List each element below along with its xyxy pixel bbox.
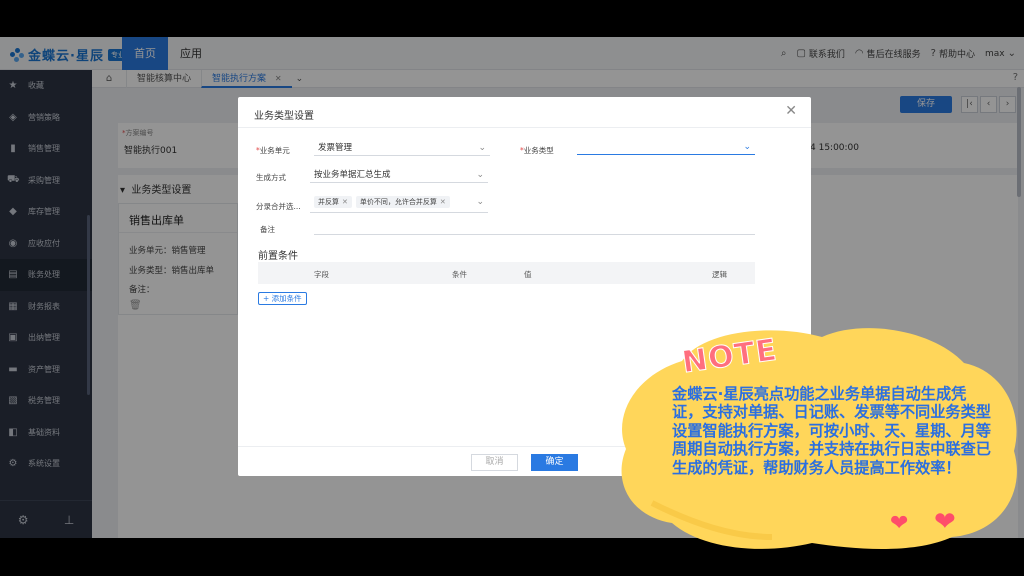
chevron-down-icon: ⌄ <box>478 143 486 153</box>
chevron-down-icon: ⌄ <box>476 197 484 207</box>
unit-select[interactable]: 发票管理 ⌄ <box>314 140 490 156</box>
gen-label: 生成方式 <box>256 173 286 182</box>
plus-icon: + <box>263 294 272 303</box>
note-field-label: 备注 <box>260 225 275 234</box>
heart-icon: ❤ <box>934 507 956 537</box>
unit-label: *业务单元 <box>256 146 290 155</box>
ok-button[interactable]: 确定 <box>531 454 578 471</box>
type-select[interactable]: ⌄ <box>577 139 755 155</box>
col-logic: 逻辑 <box>712 270 727 279</box>
close-icon[interactable]: ✕ <box>440 198 446 206</box>
merge-tag[interactable]: 并反算 ✕ <box>314 196 352 208</box>
unit-value: 发票管理 <box>318 143 353 153</box>
col-value: 值 <box>524 270 532 279</box>
merge-select[interactable]: 并反算 ✕ 单价不同，允许合并反算 ✕ ⌄ <box>310 195 488 213</box>
chevron-down-icon: ⌄ <box>743 142 751 152</box>
note-text: 金蝶云·星辰亮点功能之业务单据自动生成凭证，支持对单据、日记账、发票等不同业务类… <box>672 385 991 477</box>
col-field: 字段 <box>314 270 329 279</box>
dialog-title: 业务类型设置 <box>254 111 314 122</box>
precondition-title: 前置条件 <box>258 251 298 262</box>
note-sticker: NOTE 金蝶云·星辰亮点功能之业务单据自动生成凭证，支持对单据、日记账、发票等… <box>612 323 1024 553</box>
condition-grid-header: 字段 条件 值 逻辑 <box>258 262 755 284</box>
add-condition-button[interactable]: + 添加条件 <box>258 292 307 305</box>
col-condition: 条件 <box>452 270 467 279</box>
cancel-button[interactable]: 取消 <box>471 454 518 471</box>
merge-label: 分录合并选... <box>256 202 301 211</box>
chevron-down-icon: ⌄ <box>476 170 484 180</box>
type-label: *业务类型 <box>520 146 554 155</box>
gen-value: 按业务单据汇总生成 <box>314 170 391 180</box>
close-icon[interactable]: ✕ <box>342 198 348 206</box>
gen-select[interactable]: 按业务单据汇总生成 ⌄ <box>310 167 488 183</box>
merge-tag[interactable]: 单价不同，允许合并反算 ✕ <box>355 196 450 208</box>
add-condition-label: 添加条件 <box>271 294 302 303</box>
heart-icon: ❤ <box>890 511 909 536</box>
note-input[interactable] <box>314 219 755 235</box>
close-icon[interactable]: ✕ <box>785 103 797 119</box>
